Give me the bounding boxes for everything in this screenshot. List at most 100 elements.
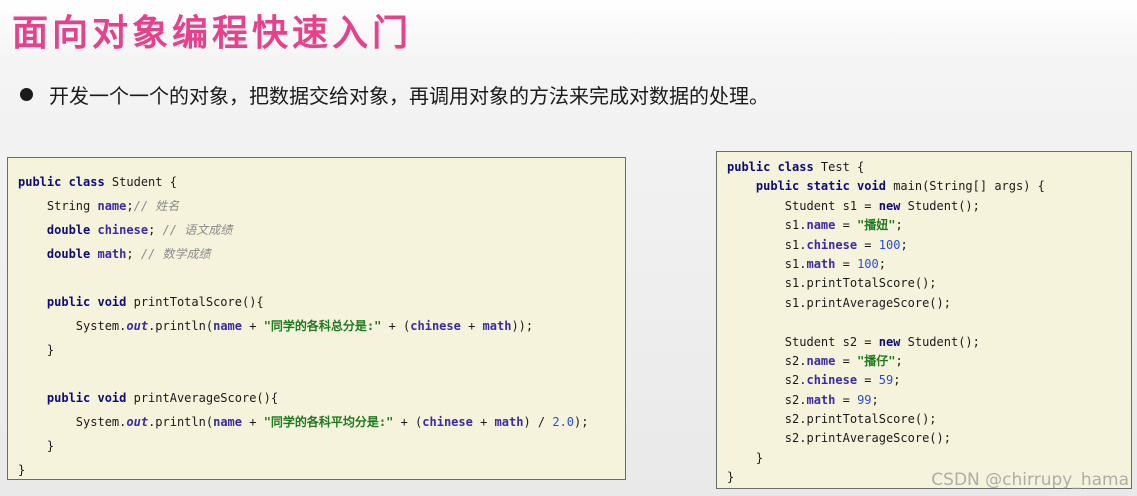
code-token: .println( [148, 415, 214, 429]
code-token: name [213, 415, 242, 429]
test-class-code-block: public class Test { public static void m… [716, 151, 1132, 489]
code-token: s1.printAverageScore(); [727, 295, 951, 310]
code-token: } [727, 450, 764, 465]
code-token: .println( [148, 319, 214, 333]
code-token: ; [893, 373, 901, 388]
code-token: + [242, 319, 264, 333]
code-line: s1.name = "播妞"; [727, 216, 1131, 235]
code-token: 59 [878, 373, 894, 388]
code-token: public class [727, 160, 821, 174]
code-token: main(String[] args) { [893, 179, 1045, 194]
code-token: ) / [523, 415, 553, 429]
code-token: new [878, 334, 908, 349]
code-token: name [97, 199, 127, 213]
code-line: Student s2 = new Student(); [727, 333, 1131, 352]
code-line: double math; // 数学成绩 [18, 242, 625, 266]
code-token: 99 [857, 392, 872, 407]
code-token: ; [126, 199, 134, 213]
code-token: ; [148, 223, 163, 237]
code-line: s2.chinese = 59; [727, 371, 1131, 390]
code-token: System. [18, 415, 127, 429]
code-token: ; [900, 237, 908, 252]
csdn-watermark: CSDN @chirrupy_hama [931, 470, 1129, 490]
code-token: )); [511, 319, 534, 333]
code-token: + ( [393, 415, 423, 429]
code-token: Student s1 = [727, 198, 879, 213]
code-token: ; [895, 218, 903, 233]
code-token: Student s2 = [727, 334, 879, 349]
code-token: ; [126, 247, 141, 261]
code-token: } [18, 439, 55, 453]
code-token: name [806, 353, 836, 368]
code-token: ; [878, 256, 886, 271]
code-token: = [835, 218, 858, 233]
code-token: "同学的各科平均分是:" [263, 415, 394, 429]
code-token: math [482, 319, 512, 333]
code-line: s2.name = "播仔"; [727, 352, 1131, 371]
code-line: double chinese; // 语文成绩 [18, 218, 625, 242]
code-token: ; [871, 392, 879, 407]
code-line: public void printAverageScore(){ [18, 386, 625, 410]
code-line: s2.printAverageScore(); [727, 429, 1131, 448]
code-token: } [18, 343, 55, 357]
code-token: s1.printTotalScore(); [727, 276, 937, 291]
code-line: } [18, 458, 625, 482]
code-token: public void [46, 295, 134, 309]
code-token: out [126, 319, 149, 333]
code-token: = [835, 392, 858, 407]
code-token: Student { [111, 175, 177, 189]
bullet-text: 开发一个一个的对象，把数据交给对象，再调用对象的方法来完成对数据的处理。 [49, 84, 769, 108]
bullet-point: 开发一个一个的对象，把数据交给对象，再调用对象的方法来完成对数据的处理。 [20, 80, 769, 109]
code-token: chinese [806, 373, 858, 388]
code-token: + [242, 415, 264, 429]
code-token: name [213, 319, 242, 333]
code-token: String [18, 199, 98, 213]
code-token: math [97, 247, 127, 261]
code-line: s2.math = 99; [727, 391, 1131, 410]
code-token: math [806, 256, 836, 271]
code-token: public static void [755, 179, 894, 194]
code-line: s1.printAverageScore(); [727, 294, 1131, 313]
code-token: 2.0 [552, 415, 575, 429]
code-token: s2.printTotalScore(); [727, 412, 937, 427]
code-token: printAverageScore(){ [133, 391, 279, 405]
code-token: "同学的各科总分是:" [263, 319, 382, 333]
code-token: printTotalScore(){ [133, 295, 264, 309]
code-line: public static void main(String[] args) { [727, 177, 1131, 196]
code-token: ); [574, 415, 589, 429]
code-token: s1. [727, 237, 807, 252]
code-token: chinese [410, 319, 461, 333]
code-token: Test { [820, 160, 865, 174]
code-token: } [727, 470, 735, 485]
code-line: public class Test { [727, 158, 1131, 177]
code-token: public void [46, 391, 134, 405]
code-token: 100 [857, 256, 879, 271]
student-class-code-block: public class Student { String name;// 姓名… [7, 157, 626, 480]
code-token: s1. [727, 256, 807, 271]
code-line: s1.chinese = 100; [727, 236, 1131, 255]
code-line: public void printTotalScore(){ [18, 290, 625, 314]
code-token: s2. [727, 392, 807, 407]
code-token: // 数学成绩 [140, 247, 211, 261]
code-token: + [460, 319, 483, 333]
code-token: out [126, 415, 149, 429]
code-token: Student(); [907, 334, 980, 349]
code-token: math [806, 392, 836, 407]
code-token: = [835, 256, 858, 271]
code-token: = [857, 373, 879, 388]
code-line: s1.math = 100; [727, 255, 1131, 274]
code-token: double [46, 223, 98, 237]
code-line: s1.printTotalScore(); [727, 274, 1131, 293]
code-line: System.out.println(name + "同学的各科平均分是:" +… [18, 410, 625, 434]
code-token: new [878, 198, 908, 213]
code-token: chinese [422, 415, 473, 429]
slide-title: 面向对象编程快速入门 [12, 13, 413, 54]
code-token: math [494, 415, 524, 429]
